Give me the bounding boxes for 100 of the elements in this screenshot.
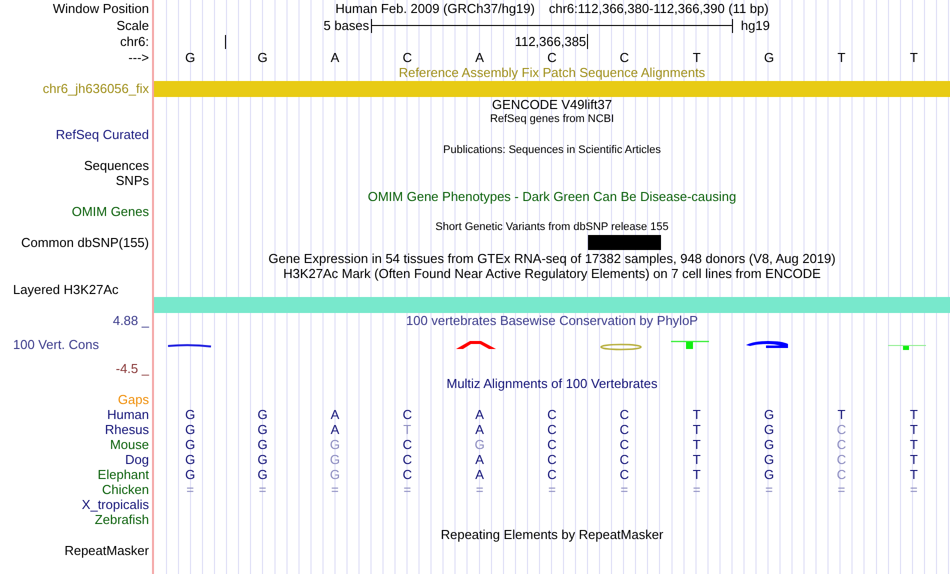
base-letter: T (692, 407, 701, 422)
base-letter: C (547, 467, 557, 482)
track-label: X_tropicalis (82, 497, 149, 512)
track-label: Layered H3K27Ac (13, 282, 119, 297)
base-letter: = (403, 482, 412, 497)
tick-mark (225, 34, 226, 48)
base-letter: G (330, 467, 340, 482)
base-letter: C (620, 407, 630, 422)
scale-length: 5 bases (324, 18, 370, 33)
track-label: 4.88 _ (112, 313, 149, 328)
base-letter: G (330, 452, 340, 467)
track-title: Publications: Sequences in Scientific Articles (442, 142, 662, 158)
track-label: Elephant (98, 467, 149, 482)
track-title: OMIM Gene Phenotypes - Dark Green Can Be Disease-causing (366, 188, 738, 204)
track-title: Short Genetic Variants from dbSNP release 155 (434, 220, 670, 234)
track-label: SNPs (116, 173, 149, 188)
track-title: RefSeq genes from NCBI (488, 112, 616, 127)
track-label: -4.5 _ (116, 360, 149, 376)
base-letter: G (257, 437, 268, 452)
base-letter: C (402, 467, 412, 482)
base-letter: T (692, 50, 701, 64)
base-letter: T (910, 407, 918, 422)
base-letter: C (620, 50, 630, 64)
base-letter: G (257, 467, 268, 482)
track-title: GENCODE V49lift37 (491, 96, 613, 112)
base-letter: = (692, 482, 701, 497)
base-letter: A (330, 422, 340, 437)
base-letter: A (475, 452, 484, 467)
track-label: Sequences (84, 158, 149, 173)
base-letter: G (185, 437, 196, 452)
base-letter: = (186, 482, 194, 497)
base-letter: = (476, 482, 484, 497)
track-label: Window Position (52, 1, 149, 16)
base-letter: G (185, 422, 196, 437)
base-letter: G (764, 50, 774, 64)
base-letter: = (620, 482, 628, 497)
base-letter: C (620, 437, 630, 452)
assembly-name: Human Feb. 2009 (GRCh37/hg19) (335, 1, 535, 16)
track-label: Human (107, 407, 149, 422)
base-letter: G (257, 422, 268, 437)
track-label: Scale (116, 18, 149, 33)
base-letter: T (910, 452, 918, 467)
base-letter: C (620, 422, 630, 437)
base-letter: G (185, 452, 196, 467)
base-letter: A (475, 50, 484, 64)
base-letter: = (838, 482, 846, 497)
base-letter: = (258, 482, 266, 497)
track-title: Repeating Elements by RepeatMasker (440, 527, 664, 542)
base-letter: A (475, 467, 484, 482)
track-label: 100 Vert. Cons (13, 337, 99, 352)
base-letter: G (185, 407, 196, 422)
base-letter: C (402, 407, 412, 422)
base-letter: C (547, 422, 557, 437)
base-letter: G (330, 437, 340, 452)
base-letter: = (331, 482, 339, 497)
track-label: Dog (125, 452, 149, 467)
base-letter: T (910, 422, 918, 437)
base-letter: C (836, 467, 846, 482)
track-title: Gene Expression in 54 tissues from GTEx RNA-seq of 17382 samples, 948 donors (V8, Aug 2019) (267, 250, 837, 266)
scale-assembly: hg19 (740, 18, 771, 33)
base-letter: C (836, 422, 846, 437)
track-label: RepeatMasker (64, 542, 149, 558)
base-letter: A (475, 407, 484, 422)
position-range: chr6:112,366,380-112,366,390 (11 bp) (548, 1, 769, 16)
base-letter: T (692, 452, 701, 467)
base-letter: C (402, 452, 412, 467)
base-letter: T (692, 437, 701, 452)
track-label: OMIM Genes (72, 204, 149, 220)
base-letter: G (764, 452, 774, 467)
base-letter: T (692, 422, 701, 437)
base-letter: = (910, 482, 918, 497)
base-letter: G (185, 467, 196, 482)
base-letter: C (547, 407, 557, 422)
track-label: Gaps (118, 392, 149, 407)
track-label: Mouse (110, 437, 149, 452)
track-label: RefSeq Curated (56, 127, 149, 142)
base-letter: C (620, 452, 630, 467)
track-label: Common dbSNP(155) (21, 235, 149, 250)
base-letter: G (764, 467, 774, 482)
base-letter: = (548, 482, 556, 497)
track-label: Zebrafish (94, 512, 149, 527)
track-label: chr6_jh636056_fix (42, 81, 149, 96)
base-letter: A (475, 422, 484, 437)
track-title: Reference Assembly Fix Patch Sequence Alignments (398, 65, 706, 80)
track-title: 100 vertebrates Basewise Conservation by PhyloP (405, 313, 699, 328)
base-letter: T (910, 437, 918, 452)
track-title: H3K27Ac Mark (Often Found Near Active Regulatory Elements) on 7 cell lines from ENCODE (282, 266, 822, 282)
base-letter: T (837, 407, 846, 422)
base-letter: A (330, 407, 340, 422)
base-letter: A (330, 50, 340, 64)
ruler-coordinate: 112,366,385 (514, 34, 588, 49)
track-label: chr6: (120, 34, 149, 49)
track-label: Chicken (102, 482, 149, 497)
base-letter: G (257, 407, 268, 422)
base-letter: G (185, 50, 196, 64)
base-letter: C (402, 437, 412, 452)
base-letter: C (836, 437, 846, 452)
base-letter: C (547, 452, 557, 467)
base-letter: C (402, 50, 412, 64)
base-letter: G (257, 50, 268, 64)
